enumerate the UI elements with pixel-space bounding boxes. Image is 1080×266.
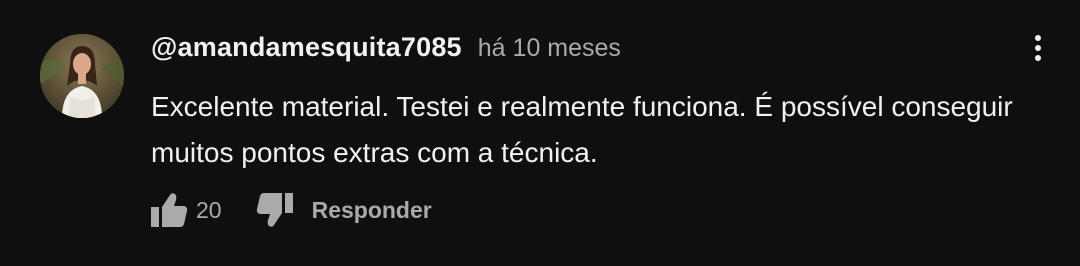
thumbs-down-icon	[256, 193, 293, 227]
avatar[interactable]	[40, 34, 124, 118]
comment-thread: @amandamesquita7085 há 10 meses Excelent…	[0, 0, 1080, 266]
vertical-dots-icon	[1035, 35, 1041, 61]
comment-menu-button[interactable]	[1024, 34, 1052, 62]
reply-button[interactable]: Responder	[312, 197, 432, 224]
comment-header: @amandamesquita7085 há 10 meses	[151, 32, 621, 63]
comment-actions: 20 Responder	[150, 190, 432, 230]
author-name[interactable]: @amandamesquita7085	[151, 32, 462, 63]
comment-timestamp[interactable]: há 10 meses	[478, 34, 621, 63]
comment-text: Excelente material. Testei e realmente f…	[151, 91, 1013, 168]
like-button[interactable]: 20	[150, 192, 222, 228]
like-count: 20	[196, 196, 222, 223]
thumbs-up-icon	[151, 193, 188, 227]
dislike-button[interactable]	[256, 192, 294, 228]
avatar-image	[40, 34, 124, 118]
